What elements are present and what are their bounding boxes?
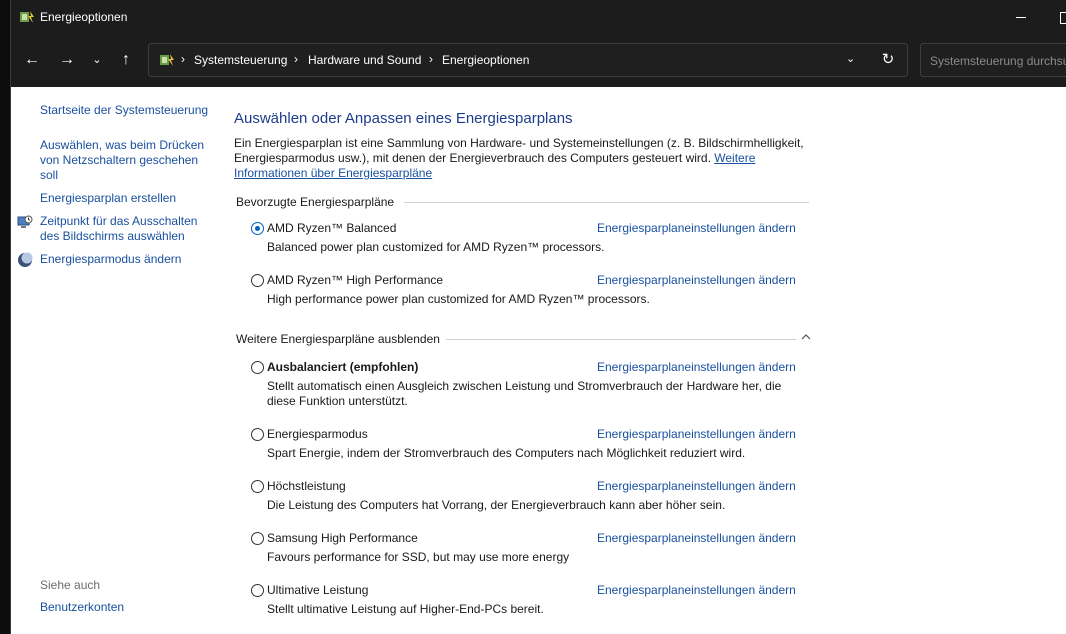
plan-radio[interactable] [251, 361, 264, 374]
address-dropdown-icon[interactable]: ⌄ [846, 52, 860, 66]
plan-name[interactable]: Samsung High Performance [267, 531, 418, 545]
plan-radio[interactable] [251, 428, 264, 441]
sidebar-link-sleep-mode[interactable]: Energiesparmodus ändern [40, 252, 210, 267]
chevron-up-icon[interactable] [799, 330, 813, 344]
plan-radio[interactable] [251, 480, 264, 493]
plan-radio[interactable] [251, 274, 264, 287]
forward-arrow-icon[interactable]: → [53, 47, 81, 73]
plan-item: Höchstleistung Energiesparplaneinstellun… [251, 478, 811, 523]
desktop-background [0, 0, 10, 634]
change-plan-settings-link[interactable]: Energiesparplaneinstellungen ändern [597, 531, 796, 545]
change-plan-settings-link[interactable]: Energiesparplaneinstellungen ändern [597, 273, 796, 287]
plan-name[interactable]: Höchstleistung [267, 479, 346, 493]
power-options-window: Energieoptionen ← → ⌄ ↑ › Systemsteuerun… [10, 0, 1066, 634]
change-plan-settings-link[interactable]: Energiesparplaneinstellungen ändern [597, 221, 796, 235]
sleep-moon-icon [18, 252, 33, 267]
breadcrumb-hardware-und-sound[interactable]: Hardware und Sound [308, 53, 421, 67]
plan-radio[interactable] [251, 532, 264, 545]
more-plans-label[interactable]: Weitere Energiesparpläne ausblenden [236, 332, 440, 346]
change-plan-settings-link[interactable]: Energiesparplaneinstellungen ändern [597, 583, 796, 597]
navigation-bar: ← → ⌄ ↑ › Systemsteuerung › Hardware und… [11, 35, 1066, 87]
plan-item: Ausbalanciert (empfohlen) Energiesparpla… [251, 359, 811, 408]
group-divider [404, 202, 809, 203]
plan-item: AMD Ryzen™ Balanced Energiesparplaneinst… [251, 220, 811, 265]
plan-item: Energiesparmodus Energiesparplaneinstell… [251, 426, 811, 471]
sidebar-link-create-plan[interactable]: Energiesparplan erstellen [40, 191, 210, 206]
breadcrumb-chevron-icon[interactable]: › [294, 52, 298, 66]
title-bar: Energieoptionen [11, 0, 1066, 35]
plan-name[interactable]: Ultimative Leistung [267, 583, 368, 597]
plan-radio[interactable] [251, 222, 264, 235]
plan-item: Ultimative Leistung Energiesparplaneinst… [251, 582, 811, 627]
plan-description: Favours performance for SSD, but may use… [267, 550, 570, 564]
plan-radio[interactable] [251, 584, 264, 597]
control-panel-icon [160, 54, 174, 66]
address-bar[interactable]: › Systemsteuerung › Hardware und Sound ›… [148, 43, 908, 77]
breadcrumb-chevron-icon[interactable]: › [429, 52, 433, 66]
see-also-label: Siehe auch [40, 578, 101, 592]
breadcrumb-chevron-icon[interactable]: › [181, 52, 185, 66]
refresh-icon[interactable]: ↻ [879, 51, 897, 69]
plan-name[interactable]: AMD Ryzen™ High Performance [267, 273, 443, 287]
change-plan-settings-link[interactable]: Energiesparplaneinstellungen ändern [597, 360, 796, 374]
plan-description: Spart Energie, indem der Stromverbrauch … [267, 446, 746, 460]
sidebar-link-control-panel-home[interactable]: Startseite der Systemsteuerung [40, 103, 210, 118]
sidebar-link-user-accounts[interactable]: Benutzerkonten [40, 600, 210, 615]
plan-description: Stellt automatisch einen Ausgleich zwisc… [267, 379, 782, 408]
breadcrumb-energieoptionen[interactable]: Energieoptionen [442, 53, 529, 67]
power-options-icon [20, 11, 34, 23]
preferred-plans-label: Bevorzugte Energiesparpläne [236, 195, 395, 209]
search-input[interactable]: Systemsteuerung durchsuchen [920, 43, 1066, 77]
plan-name[interactable]: Ausbalanciert (empfohlen) [267, 360, 418, 374]
plan-description: Balanced power plan customized for AMD R… [267, 240, 605, 254]
sidebar-link-display-off-time[interactable]: Zeitpunkt für das Ausschalten des Bildsc… [40, 214, 210, 244]
minimize-button[interactable] [1011, 4, 1037, 30]
window-title: Energieoptionen [40, 10, 128, 24]
plan-name[interactable]: Energiesparmodus [267, 427, 368, 441]
back-arrow-icon[interactable]: ← [18, 47, 46, 73]
plan-description: Stellt ultimative Leistung auf Higher-En… [267, 602, 544, 616]
plan-description: Die Leistung des Computers hat Vorrang, … [267, 498, 726, 512]
change-plan-settings-link[interactable]: Energiesparplaneinstellungen ändern [597, 479, 796, 493]
recent-locations-chevron-icon[interactable]: ⌄ [83, 47, 111, 73]
search-placeholder: Systemsteuerung durchsuchen [930, 54, 1066, 68]
plan-name[interactable]: AMD Ryzen™ Balanced [267, 221, 396, 235]
up-arrow-icon[interactable]: ↑ [112, 47, 140, 73]
display-clock-icon [17, 215, 33, 228]
maximize-button[interactable] [1055, 4, 1066, 30]
page-title: Auswählen oder Anpassen eines Energiespa… [234, 110, 573, 127]
group-divider [446, 339, 796, 340]
main-content: Auswählen oder Anpassen eines Energiespa… [234, 87, 1066, 634]
sidebar-link-power-buttons[interactable]: Auswählen, was beim Drücken von Netzscha… [40, 138, 210, 183]
breadcrumb-systemsteuerung[interactable]: Systemsteuerung [194, 53, 287, 67]
plan-item: AMD Ryzen™ High Performance Energiesparp… [251, 272, 811, 317]
intro-text: Ein Energiesparplan ist eine Sammlung vo… [234, 136, 809, 181]
plan-description: High performance power plan customized f… [267, 292, 650, 306]
plan-item: Samsung High Performance Energiesparplan… [251, 530, 811, 575]
change-plan-settings-link[interactable]: Energiesparplaneinstellungen ändern [597, 427, 796, 441]
sidebar: Startseite der Systemsteuerung Auswählen… [11, 87, 211, 634]
